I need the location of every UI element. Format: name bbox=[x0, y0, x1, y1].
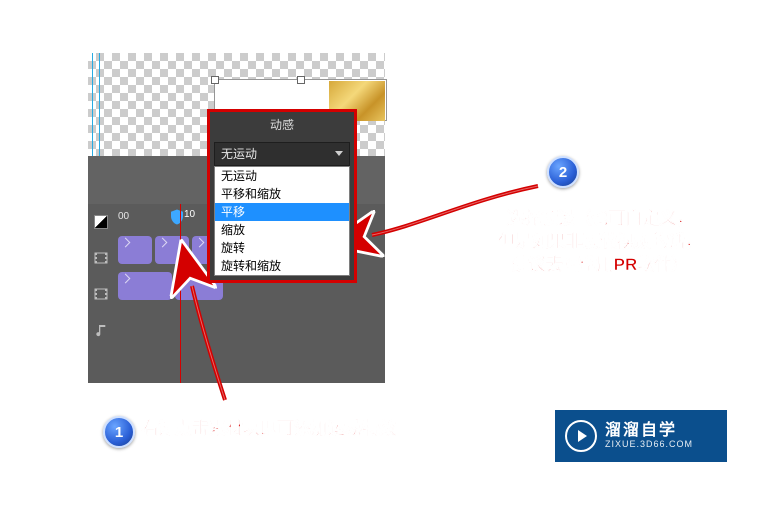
film-icon[interactable] bbox=[88, 276, 114, 312]
time-label: 00 bbox=[118, 211, 129, 222]
annotation-badge-2: 2 bbox=[547, 156, 579, 188]
clip[interactable] bbox=[155, 236, 189, 264]
annotation-line: 建议去隔壁用PR软件） bbox=[512, 255, 689, 274]
resize-handle[interactable] bbox=[211, 76, 219, 84]
playhead[interactable] bbox=[180, 204, 181, 383]
motion-preset-popup: 动感 无运动 无运动 平移和缩放 平移 缩放 旋转 旋转和缩放 bbox=[207, 109, 357, 283]
badge-number: 1 bbox=[115, 424, 123, 441]
track-icons-column bbox=[88, 204, 116, 383]
contrast-icon[interactable] bbox=[88, 204, 114, 240]
watermark: 溜溜自学 ZIXUE.3D66.COM bbox=[555, 410, 727, 462]
shield-value: 10 bbox=[184, 209, 195, 220]
dropdown-option[interactable]: 平移和缩放 bbox=[215, 185, 349, 203]
chevron-down-icon bbox=[335, 151, 343, 156]
dropdown-option-selected[interactable]: 平移 bbox=[215, 203, 349, 221]
annotation-badge-1: 1 bbox=[103, 416, 135, 448]
play-icon bbox=[565, 420, 597, 452]
resize-handle[interactable] bbox=[297, 76, 305, 84]
film-icon[interactable] bbox=[88, 240, 114, 276]
annotation-text-2: 选择预设（也可自定义， 但是如果非要做视频的话， 建议去隔壁用PR软件） bbox=[473, 208, 727, 277]
watermark-url: ZIXUE.3D66.COM bbox=[605, 440, 693, 450]
dropdown-option[interactable]: 缩放 bbox=[215, 221, 349, 239]
watermark-name: 溜溜自学 bbox=[605, 422, 693, 440]
dropdown-option[interactable]: 无运动 bbox=[215, 167, 349, 185]
watermark-text: 溜溜自学 ZIXUE.3D66.COM bbox=[605, 422, 693, 449]
combo-value: 无运动 bbox=[221, 147, 257, 161]
motion-combo[interactable]: 无运动 bbox=[214, 142, 350, 166]
clip[interactable] bbox=[118, 272, 172, 300]
annotation-line: 选择预设（也可自定义， bbox=[507, 209, 694, 228]
dropdown-option[interactable]: 旋转和缩放 bbox=[215, 257, 349, 275]
guide-line bbox=[92, 53, 93, 156]
motion-dropdown-list[interactable]: 无运动 平移和缩放 平移 缩放 旋转 旋转和缩放 bbox=[214, 166, 350, 276]
popup-title: 动感 bbox=[210, 112, 354, 138]
badge-number: 2 bbox=[559, 164, 567, 181]
clip[interactable] bbox=[118, 236, 152, 264]
music-icon[interactable] bbox=[88, 312, 114, 348]
annotation-text-1: 右键点击素材块即可添加运动特效 bbox=[141, 418, 396, 441]
annotation-line: 但是如果非要做视频的话， bbox=[498, 232, 702, 251]
dropdown-option[interactable]: 旋转 bbox=[215, 239, 349, 257]
guide-line bbox=[99, 53, 100, 156]
